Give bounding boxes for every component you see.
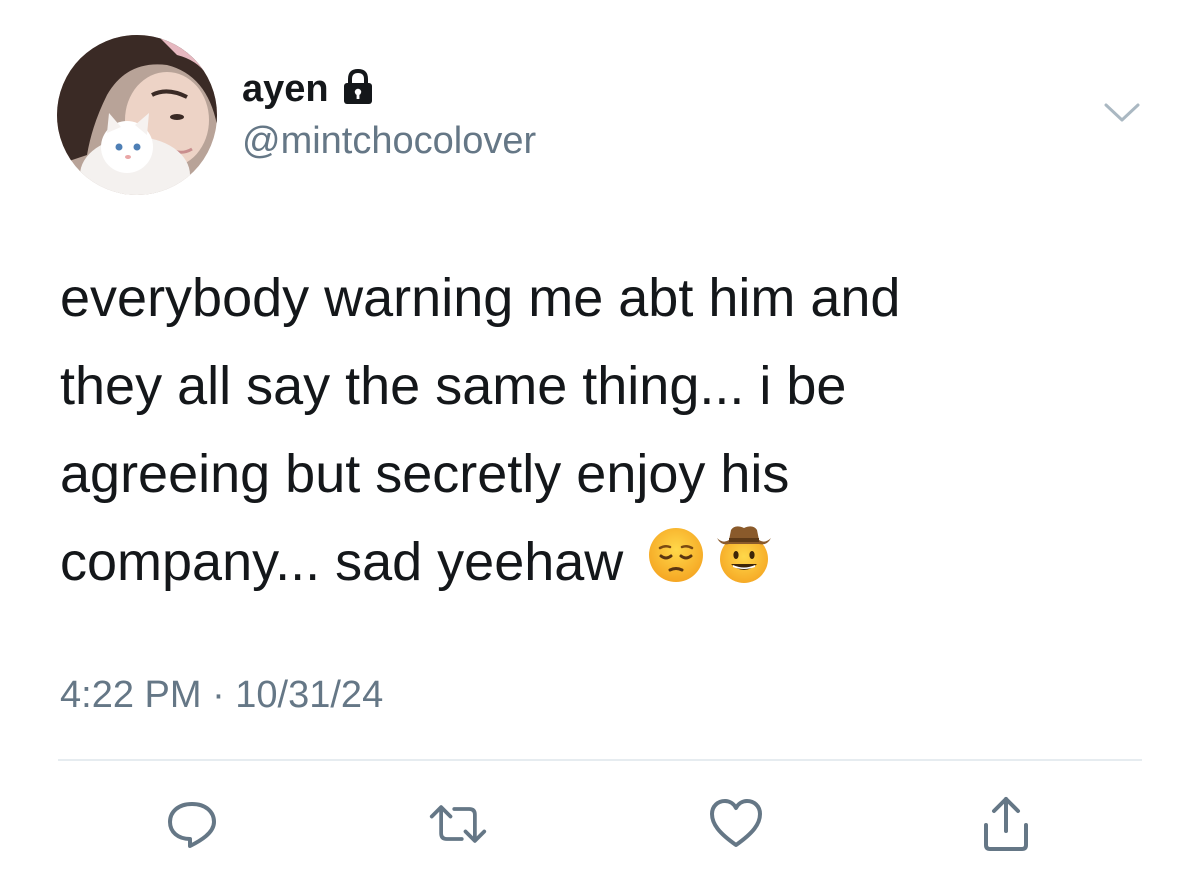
display-name[interactable]: ayen	[242, 70, 329, 108]
avatar-photo	[57, 35, 217, 195]
share-button[interactable]	[976, 794, 1036, 854]
cowboy-hat-face-emoji	[715, 522, 773, 610]
author-name-row[interactable]: ayen	[242, 66, 377, 111]
reply-icon	[168, 802, 216, 848]
tweet-line-with-emoji: company... sad yeehaw	[60, 518, 1120, 610]
retweet-button[interactable]	[428, 794, 488, 854]
retweet-icon	[429, 805, 487, 843]
share-icon	[984, 797, 1028, 851]
tweet-line: everybody warning me abt him and	[60, 268, 901, 328]
divider	[58, 759, 1142, 761]
heart-icon	[710, 799, 762, 847]
chevron-down-icon[interactable]	[1102, 100, 1142, 131]
tweet-line: company... sad yeehaw	[60, 532, 624, 592]
like-button[interactable]	[706, 794, 766, 854]
avatar[interactable]	[57, 35, 217, 195]
reply-button[interactable]	[162, 794, 222, 854]
pensive-face-emoji	[647, 522, 705, 610]
timestamp[interactable]: 4:22 PM · 10/31/24	[60, 676, 383, 714]
lock-icon	[339, 68, 377, 111]
tweet-line: they all say the same thing... i be	[60, 356, 847, 416]
tweet-line: agreeing but secretly enjoy his	[60, 444, 790, 504]
author-handle[interactable]: @mintchocolover	[242, 122, 536, 160]
tweet-text: everybody warning me abt him and they al…	[60, 254, 1120, 610]
